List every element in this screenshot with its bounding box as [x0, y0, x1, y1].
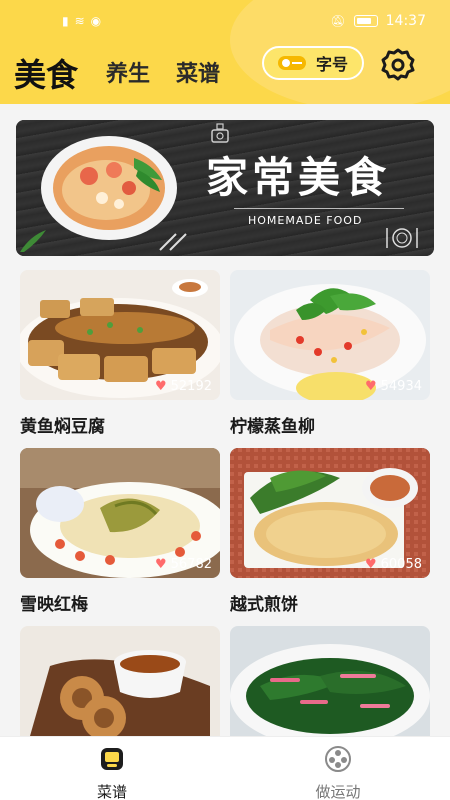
recipe-card[interactable]: [230, 626, 430, 736]
recipe-image: ♥ 60058: [230, 448, 430, 578]
heart-icon: ♥: [364, 379, 377, 394]
top-nav: 美食 养生 菜谱 字号: [0, 44, 450, 94]
gear-icon[interactable]: [378, 44, 418, 84]
like-count: ♥ 54934: [365, 379, 422, 394]
mute-icon: 🔕︎: [330, 14, 346, 28]
tea-cookies-image: [20, 626, 220, 736]
recipe-card[interactable]: [20, 626, 220, 736]
heart-icon: ♥: [364, 557, 377, 572]
banner-subtitle: HOMEMADE FOOD: [248, 214, 363, 227]
status-right: 🔕︎ 14:37: [330, 13, 426, 29]
tab-exercise[interactable]: 做运动: [288, 745, 388, 800]
recipe-image: ♥ 52192: [20, 270, 220, 400]
tab-recipes-label: 菜谱: [96, 783, 127, 800]
sim-icon: ▮: [62, 14, 69, 28]
recipe-image: [230, 626, 430, 736]
notification-icon: ◉: [90, 14, 102, 28]
recipe-name: 柠檬蒸鱼柳: [230, 417, 315, 437]
recipe-icon: [101, 748, 123, 770]
scale-icon: [211, 123, 229, 143]
recipe-card[interactable]: ♥ 54934 柠檬蒸鱼柳: [230, 270, 430, 437]
bottom-tab-bar: 菜谱 做运动: [0, 736, 450, 800]
wifi-icon: ≋: [74, 14, 85, 28]
status-bar: ▮ ≋ ◉ 🔕︎ 14:37: [0, 0, 450, 44]
like-count: ♥ 52192: [155, 379, 212, 394]
tab-recipes-bottom[interactable]: 菜谱: [62, 745, 162, 800]
heart-icon: ♥: [154, 379, 167, 394]
battery-icon: [353, 15, 378, 27]
recipe-name: 雪映红梅: [20, 595, 88, 615]
recipe-name: 越式煎饼: [230, 595, 298, 615]
like-count-value: 54934: [380, 379, 422, 394]
recipe-name: 黄鱼焖豆腐: [20, 417, 105, 437]
recipe-card[interactable]: ♥ 60058 越式煎饼: [230, 448, 430, 615]
recipe-image: ♥ 54934: [230, 270, 430, 400]
film-reel-icon: [325, 746, 351, 772]
heart-icon: ♥: [154, 557, 167, 572]
font-size-label: 字号: [315, 55, 348, 74]
tab-exercise-label: 做运动: [315, 783, 361, 800]
like-count: ♥ 60058: [365, 557, 422, 572]
font-size-button[interactable]: 字号: [262, 46, 364, 80]
clock: 14:37: [385, 13, 426, 29]
status-left: ▮ ≋ ◉: [62, 14, 101, 28]
header: ▮ ≋ ◉ 🔕︎ 14:37 美食 养生 菜谱 字号: [0, 0, 450, 104]
banner[interactable]: 家常美食 HOMEMADE FOOD: [16, 120, 434, 256]
herb-decoration: [20, 230, 46, 252]
banner-divider: [234, 208, 404, 209]
tab-health[interactable]: 养生: [106, 56, 150, 88]
plate-cutlery-icon: [386, 228, 418, 248]
tab-food[interactable]: 美食: [14, 50, 78, 96]
recipe-card[interactable]: ♥ 52192 黄鱼焖豆腐: [20, 270, 220, 437]
toggle-icon: [277, 56, 306, 70]
recipe-image: ♥ 56782: [20, 448, 220, 578]
like-count-value: 60058: [380, 557, 422, 572]
like-count-value: 56782: [170, 557, 212, 572]
like-count: ♥ 56782: [155, 557, 212, 572]
banner-title: 家常美食: [206, 153, 391, 202]
spinach-bowl-image: [230, 626, 430, 736]
recipe-image: [20, 626, 220, 736]
recipe-card[interactable]: ♥ 56782 雪映红梅: [20, 448, 220, 615]
like-count-value: 52192: [170, 379, 212, 394]
tab-recipes[interactable]: 菜谱: [176, 56, 220, 88]
utensils-icon: [159, 233, 187, 251]
